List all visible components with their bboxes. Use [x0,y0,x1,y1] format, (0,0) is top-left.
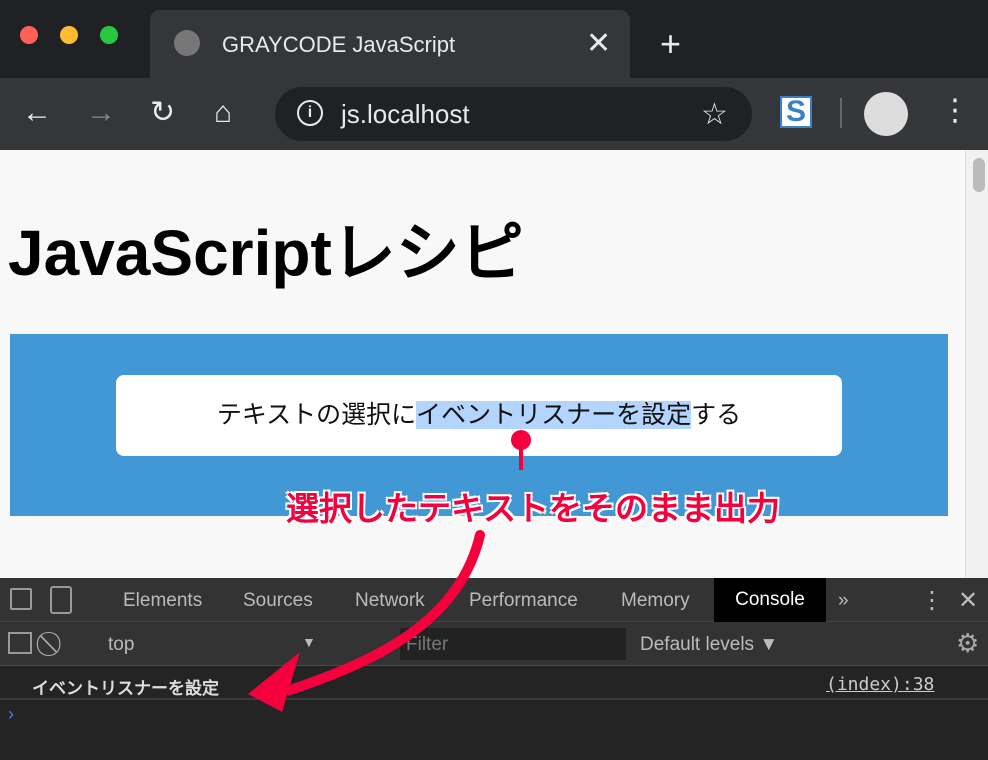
annotation-arrow [248,430,531,712]
pointer-dot [511,430,531,450]
curved-arrow-shaft [285,530,485,695]
annotation-text: 選択したテキストをそのまま出力 [286,490,781,527]
arrow-head [248,652,300,712]
